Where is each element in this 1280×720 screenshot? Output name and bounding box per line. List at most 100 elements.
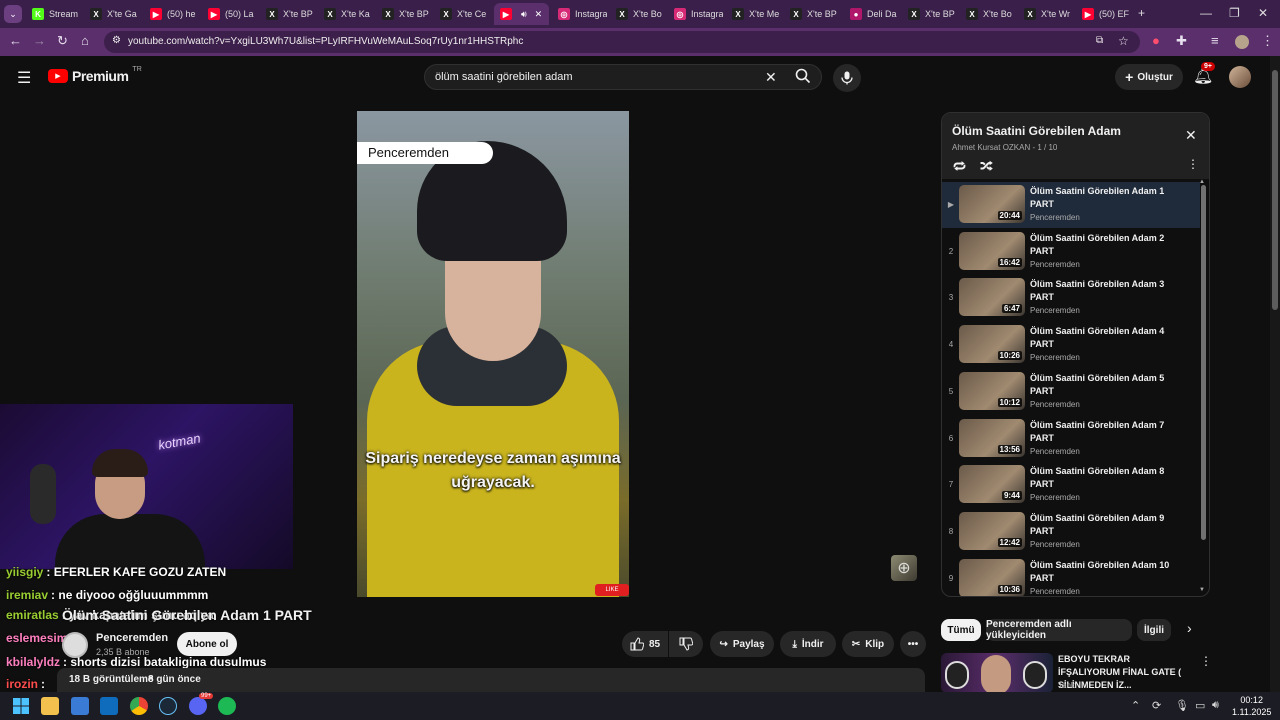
playlist-item[interactable]: 8 12:42 Ölüm Saatini Görebilen Adam 9 PART…	[942, 509, 1200, 555]
chip-all[interactable]: Tümü	[941, 619, 981, 641]
browser-tab[interactable]: X X'te Bo	[610, 3, 665, 25]
recommended-channel[interactable]: Tank	[1058, 681, 1075, 690]
close-window-button[interactable]: ✕	[1258, 6, 1268, 20]
browser-tab[interactable]: X X'te Ga	[84, 3, 139, 25]
tray-overflow-icon[interactable]: ⌃	[1131, 699, 1140, 712]
playlist-item[interactable]: 5 10:12 Ölüm Saatini Görebilen Adam 5 PART…	[942, 369, 1200, 415]
url-field[interactable]: ⚙ youtube.com/watch?v=YxgiLU3Wh7U&list=P…	[104, 31, 1140, 53]
search-input[interactable]: ölüm saatini görebilen adam ✕	[424, 64, 822, 90]
maximize-button[interactable]: ❐	[1229, 6, 1240, 20]
chrome-icon[interactable]	[130, 697, 148, 715]
browser-tab[interactable]: X X'te BP	[260, 3, 315, 25]
store-icon[interactable]	[71, 697, 89, 715]
tab-close-icon[interactable]: ✕	[535, 9, 543, 20]
video-player[interactable]: Penceremden Sipariş neredeyse zaman aşım…	[357, 111, 629, 597]
loop-icon[interactable]: 🔁︎	[953, 157, 966, 176]
playlist-scrollbar[interactable]	[1201, 185, 1206, 540]
discord-icon[interactable]	[189, 697, 207, 715]
description-box[interactable]: 18 B görüntüleme 8 gün önce	[57, 668, 925, 692]
browser-tab[interactable]: X X'te Me	[726, 3, 781, 25]
scrollbar-thumb[interactable]	[1272, 70, 1278, 310]
share-button[interactable]: ↪ Paylaş	[710, 631, 774, 657]
download-button[interactable]: ⤓ İndir	[780, 631, 836, 657]
puzzle-icon[interactable]: ✚	[1176, 33, 1187, 49]
browser-tab[interactable]: ▶ (50) La	[202, 3, 257, 25]
back-icon[interactable]: ←	[9, 33, 22, 48]
dislike-button[interactable]	[669, 631, 703, 657]
account-avatar[interactable]	[1229, 66, 1251, 88]
scroll-down-icon[interactable]: ▼	[1199, 587, 1205, 593]
browser-tab[interactable]: X X'te BP	[376, 3, 431, 25]
tray-mic-icon[interactable]: 🎙︎	[1175, 699, 1189, 712]
subscribe-button[interactable]: Abone ol	[177, 632, 237, 656]
home-icon[interactable]: ⌂	[81, 33, 89, 48]
playlist-item[interactable]: 6 13:56 Ölüm Saatini Görebilen Adam 7 PART…	[942, 416, 1200, 462]
spotify-icon[interactable]	[218, 697, 236, 715]
shuffle-icon[interactable]: 🔀︎	[980, 157, 993, 176]
playlist-item[interactable]: 7 9:44 Ölüm Saatini Görebilen Adam 8 PART P…	[942, 462, 1200, 508]
browser-tab[interactable]: X X'te BP	[902, 3, 957, 25]
hamburger-menu-icon[interactable]: ☰	[17, 68, 31, 88]
browser-tab[interactable]: ● Deli Da	[844, 3, 899, 25]
browser-tab[interactable]: ▶ (50) he	[144, 3, 199, 25]
browser-tab[interactable]: ◎ Instagra	[668, 3, 723, 25]
minimize-button[interactable]: —	[1200, 6, 1212, 20]
playlist-title[interactable]: Ölüm Saatini Görebilen Adam	[952, 124, 1121, 138]
clear-search-icon[interactable]: ✕	[765, 69, 777, 86]
playlist-menu-icon[interactable]: ⋮	[1187, 157, 1199, 171]
like-button[interactable]: 85	[622, 631, 668, 657]
profile-avatar[interactable]	[1235, 35, 1249, 49]
playlist-item[interactable]: 2 16:42 Ölüm Saatini Görebilen Adam 2 PART…	[942, 229, 1200, 275]
browser-tab[interactable]: X X'te Ce	[434, 3, 489, 25]
youtube-logo[interactable]: ▶ Premium TR	[48, 66, 142, 84]
new-tab-button[interactable]: +	[1138, 6, 1145, 20]
chip-related[interactable]: İlgili	[1137, 619, 1171, 641]
tray-display-icon[interactable]: ▭	[1195, 699, 1205, 712]
windows-start-icon[interactable]	[12, 697, 30, 715]
clip-button[interactable]: ✂ Klip	[842, 631, 894, 657]
site-info-icon[interactable]: ⚙	[112, 35, 121, 46]
page-scrollbar[interactable]	[1270, 56, 1280, 692]
tray-app-icon[interactable]: ⟳	[1152, 699, 1161, 712]
media-control-icon[interactable]: ≡	[1211, 33, 1219, 48]
scroll-up-icon[interactable]: ▲	[1199, 179, 1205, 185]
miniplayer-badge-icon[interactable]: ⊕	[891, 555, 917, 581]
playlist-item[interactable]: 4 10:26 Ölüm Saatini Görebilen Adam 4 PART…	[942, 322, 1200, 368]
create-button[interactable]: + Oluştur	[1115, 64, 1183, 90]
playlist-item[interactable]: 9 10:36 Ölüm Saatini Görebilen Adam 10 PAR…	[942, 556, 1200, 596]
search-icon[interactable]	[795, 68, 811, 84]
extension-icon[interactable]: ●	[1152, 33, 1160, 48]
browser-tab[interactable]: X X'te BP	[784, 3, 839, 25]
browser-tab[interactable]: K Stream	[26, 3, 81, 25]
voice-search-button[interactable]	[833, 64, 861, 92]
playlist-item[interactable]: 3 6:47 Ölüm Saatini Görebilen Adam 3 PART P…	[942, 275, 1200, 321]
more-actions-button[interactable]: •••	[900, 631, 926, 657]
tray-volume-icon[interactable]: 🔊︎	[1212, 699, 1219, 712]
browser-tab[interactable]: X X'te Bo	[960, 3, 1015, 25]
browser-tab[interactable]: ◎ Instagra	[552, 3, 607, 25]
playlist-item[interactable]: ▶ 20:44 Ölüm Saatini Görebilen Adam 1 PART…	[942, 182, 1200, 228]
recommended-title[interactable]: EBOYU TEKRAR İFŞALIYORUM FİNAL GATE ( Sİ…	[1058, 653, 1193, 692]
reload-icon[interactable]: ↻	[57, 33, 68, 49]
steam-icon[interactable]	[159, 697, 177, 715]
tab-audio-icon[interactable]: 🔊︎	[521, 9, 527, 20]
forward-icon[interactable]: →	[33, 33, 46, 48]
bookmark-star-icon[interactable]: ☆	[1118, 34, 1129, 48]
chip-from-uploader[interactable]: Penceremden adlı yükleyiciden	[986, 619, 1132, 641]
chips-next-icon[interactable]: ›	[1187, 620, 1192, 636]
browser-menu-icon[interactable]: ⋮	[1261, 33, 1274, 49]
channel-avatar[interactable]	[62, 632, 88, 658]
browser-tab[interactable]: X X'te Ka	[318, 3, 373, 25]
taskbar-clock[interactable]: 00:12 1.11.2025	[1232, 694, 1271, 718]
close-playlist-icon[interactable]: ✕	[1185, 127, 1197, 144]
install-icon[interactable]: ⧉	[1096, 35, 1103, 46]
recommended-thumbnail[interactable]	[941, 653, 1053, 693]
tab-search-button[interactable]: ⌄	[4, 5, 22, 23]
recommended-menu-icon[interactable]: ⋮	[1200, 654, 1212, 668]
browser-tab[interactable]: ▶ 🔊︎ ✕	[494, 3, 549, 25]
browser-tab[interactable]: ▶ (50) EF	[1076, 3, 1131, 25]
browser-tab[interactable]: X X'te Wr	[1018, 3, 1073, 25]
outlook-icon[interactable]	[100, 697, 118, 715]
channel-name[interactable]: Penceremden	[96, 632, 168, 644]
file-explorer-icon[interactable]	[41, 697, 59, 715]
